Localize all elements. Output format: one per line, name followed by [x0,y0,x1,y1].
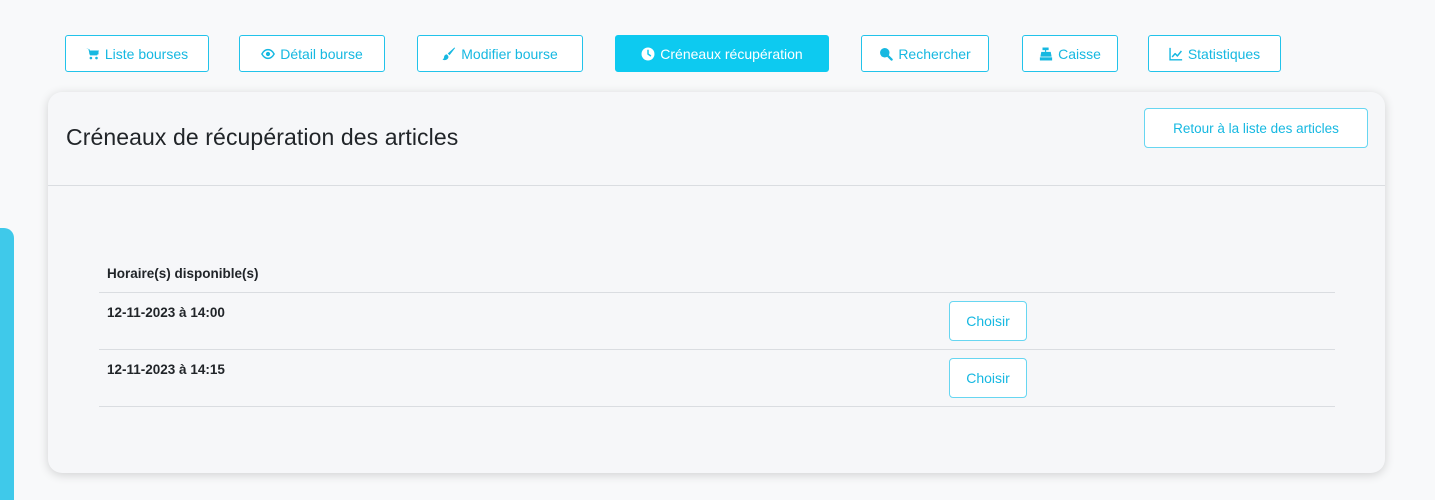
choose-slot-button[interactable]: Choisir [949,358,1027,398]
slots-card: Créneaux de récupération des articles Re… [48,92,1385,473]
tab-rechercher[interactable]: Rechercher [861,35,989,72]
tab-label: Statistiques [1187,45,1261,62]
slot-row: 12-11-2023 à 14:00 Choisir [99,293,1335,350]
tab-caisse[interactable]: Caisse [1022,35,1118,72]
cart-icon [85,48,99,59]
tab-label: Liste bourses [104,45,189,62]
tab-modifier-bourse[interactable]: Modifier bourse [417,35,583,72]
clock-icon [641,47,655,60]
tab-label: Modifier bourse [461,45,558,62]
brush-icon [442,46,456,60]
tab-label: Créneaux récupération [660,45,803,62]
slots-table: Horaire(s) disponible(s) 12-11-2023 à 14… [99,262,1335,407]
search-icon [880,47,894,61]
tab-label: Détail bourse [280,45,363,62]
tab-statistiques[interactable]: Statistiques [1148,35,1281,72]
tab-detail-bourse[interactable]: Détail bourse [239,35,385,72]
slot-time: 12-11-2023 à 14:15 [107,362,225,377]
card-header: Créneaux de récupération des articles Re… [48,92,1385,186]
slots-column-header: Horaire(s) disponible(s) [99,262,1335,293]
decorative-side-shape [0,228,14,500]
chart-line-icon [1169,47,1182,60]
tab-creneaux-recuperation[interactable]: Créneaux récupération [615,35,829,72]
tab-label: Caisse [1058,45,1101,62]
tab-liste-bourses[interactable]: Liste bourses [65,35,209,72]
eye-icon [261,48,276,59]
choose-slot-button[interactable]: Choisir [949,301,1027,341]
tab-label: Rechercher [898,45,971,62]
back-to-articles-button[interactable]: Retour à la liste des articles [1144,108,1368,148]
page-title: Créneaux de récupération des articles [66,124,459,150]
cash-register-icon [1039,47,1053,60]
slot-row: 12-11-2023 à 14:15 Choisir [99,350,1335,407]
slot-time: 12-11-2023 à 14:00 [107,305,225,320]
